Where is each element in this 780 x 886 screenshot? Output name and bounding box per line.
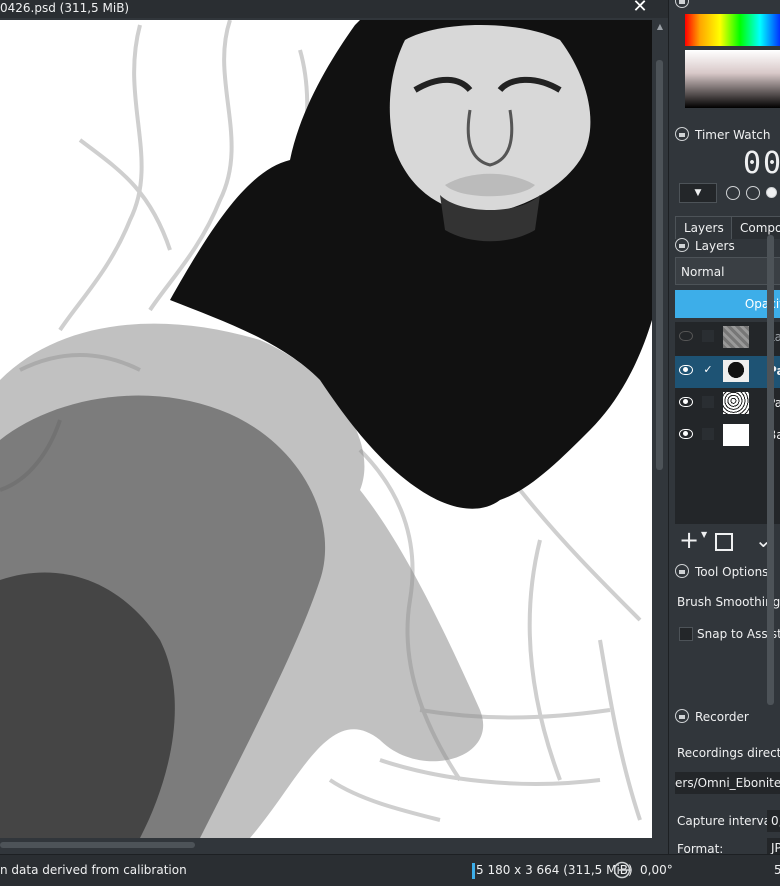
- horizontal-scroll-thumb[interactable]: [0, 842, 195, 848]
- artwork: [0, 20, 652, 838]
- color-docker-lock[interactable]: [675, 0, 695, 9]
- docker-scrollbar[interactable]: [765, 5, 777, 845]
- status-bar: n data derived from calibration 5 180 x …: [0, 854, 780, 886]
- docker-scroll-thumb[interactable]: [767, 235, 774, 705]
- timer-watch-title: Timer Watch: [695, 128, 771, 142]
- layer-checkbox[interactable]: [702, 330, 714, 342]
- canvas-horizontal-scrollbar[interactable]: [0, 838, 652, 852]
- snap-to-assistant-checkbox[interactable]: [679, 627, 693, 641]
- eye-icon[interactable]: [679, 331, 693, 341]
- timer-dropdown[interactable]: ▼: [679, 183, 717, 203]
- recorder-header: Recorder: [675, 708, 749, 726]
- lock-icon[interactable]: [675, 238, 689, 252]
- chevron-down-icon[interactable]: ▼: [701, 530, 707, 539]
- lock-icon: [675, 0, 689, 8]
- layer-thumbnail: [723, 392, 749, 414]
- layer-checkbox[interactable]: [702, 428, 714, 440]
- document-title: 0426.psd (311,5 MiB): [0, 1, 130, 15]
- close-document-button[interactable]: ✕: [630, 0, 650, 17]
- status-message: n data derived from calibration: [0, 863, 187, 877]
- layer-checkbox[interactable]: [702, 396, 714, 408]
- lock-icon[interactable]: [675, 564, 689, 578]
- scroll-up-icon[interactable]: ▲: [652, 20, 668, 34]
- layers-title: Layers: [695, 239, 735, 253]
- status-accent: [472, 863, 475, 879]
- zoom-value[interactable]: 5: [774, 863, 780, 877]
- tool-options-title: Tool Options: [695, 565, 769, 579]
- layer-checkbox[interactable]: ✓: [702, 364, 714, 376]
- eye-icon[interactable]: [679, 429, 693, 439]
- lock-icon[interactable]: [675, 709, 689, 723]
- canvas-vertical-scrollbar[interactable]: ▲ ▼: [652, 20, 668, 863]
- rotate-icon[interactable]: [612, 861, 632, 879]
- eye-icon[interactable]: [679, 397, 693, 407]
- duplicate-layer-icon[interactable]: [715, 533, 733, 551]
- vertical-scroll-thumb[interactable]: [656, 60, 663, 470]
- rotation-value[interactable]: 0,00°: [640, 863, 673, 877]
- capture-interval-label: Capture interval:: [677, 814, 779, 828]
- image-dimensions[interactable]: 5 180 x 3 664 (311,5 MiB): [476, 863, 633, 877]
- docker-panel: Timer Watch 00 ▼ Layers Compos Layers No…: [668, 0, 780, 854]
- tab-layers[interactable]: Layers: [675, 216, 733, 239]
- tool-options-header: Tool Options: [675, 563, 768, 581]
- layer-thumbnail: [723, 326, 749, 348]
- add-layer-icon[interactable]: +: [679, 528, 699, 552]
- reset-icon[interactable]: [746, 186, 760, 200]
- eye-icon[interactable]: [679, 365, 693, 375]
- recorder-title: Recorder: [695, 710, 749, 724]
- chevron-down-icon: ▼: [694, 188, 702, 198]
- layers-header: Layers: [675, 237, 735, 255]
- format-label: Format:: [677, 842, 724, 854]
- layer-thumbnail: [723, 424, 749, 446]
- play-icon[interactable]: [726, 186, 740, 200]
- timer-watch-header: Timer Watch: [675, 126, 770, 144]
- close-icon: ✕: [632, 0, 648, 17]
- canvas[interactable]: [0, 20, 652, 838]
- layer-thumbnail: [723, 360, 749, 382]
- lock-icon[interactable]: [675, 127, 689, 141]
